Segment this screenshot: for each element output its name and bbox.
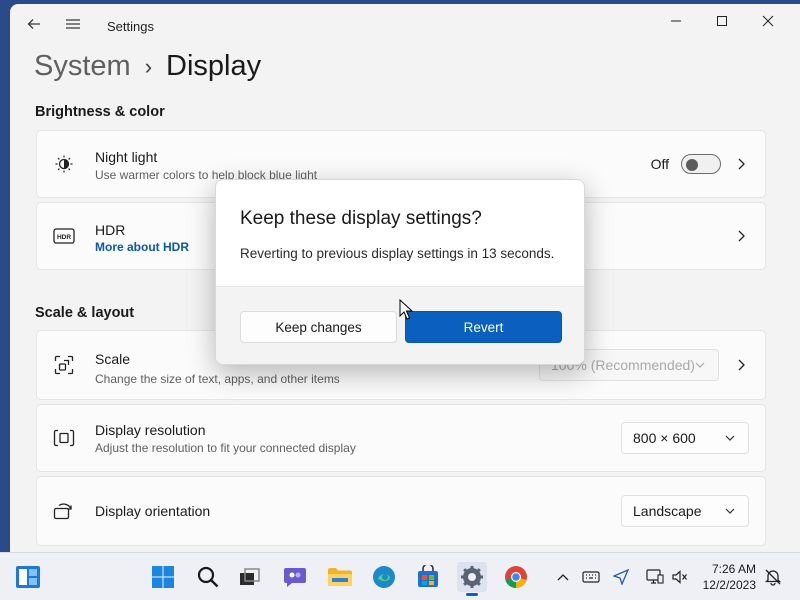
clock[interactable]: 7:26 AM 12/2/2023 <box>703 561 756 593</box>
title-bar: Settings <box>10 4 800 46</box>
chevron-right-icon[interactable] <box>733 156 749 172</box>
start-button[interactable] <box>148 562 178 592</box>
volume-muted-icon <box>672 570 687 584</box>
chat-icon <box>284 568 306 587</box>
notification-bell-icon <box>764 569 782 586</box>
scale-icon <box>53 354 75 376</box>
display-resolution-subtitle: Adjust the resolution to fit your connec… <box>95 441 356 455</box>
section-scale-layout: Scale & layout <box>35 305 135 321</box>
settings-taskbar-button[interactable] <box>457 562 487 596</box>
display-resolution-card: Display resolution Adjust the resolution… <box>36 404 766 472</box>
task-view-icon <box>240 568 260 585</box>
edge-button[interactable] <box>369 562 399 592</box>
minimize-icon <box>671 20 681 22</box>
show-hidden-icons-button[interactable] <box>553 567 573 587</box>
resolution-dropdown-value: 800 × 600 <box>633 430 696 446</box>
night-light-title: Night light <box>95 149 158 165</box>
chrome-icon <box>505 566 527 588</box>
hdr-learn-more-link[interactable]: More about HDR <box>95 240 189 254</box>
revert-button[interactable]: Revert <box>405 311 562 343</box>
breadcrumb: System › Display <box>34 50 261 83</box>
start-icon <box>152 566 174 588</box>
keyboard-icon <box>582 571 600 583</box>
scale-title: Scale <box>95 351 131 367</box>
section-brightness-color: Brightness & color <box>35 104 165 120</box>
display-orientation-card: Display orientation Landscape <box>36 476 766 546</box>
orientation-dropdown-value: Landscape <box>633 503 702 519</box>
active-app-indicator <box>466 593 478 596</box>
chevron-right-icon[interactable] <box>733 357 749 373</box>
file-explorer-icon <box>328 568 352 586</box>
breadcrumb-parent[interactable]: System <box>34 50 131 83</box>
edge-icon <box>373 566 395 588</box>
svg-text:HDR: HDR <box>57 234 71 241</box>
close-button[interactable] <box>745 4 791 38</box>
page-title: Display <box>166 50 262 82</box>
night-light-state-label: Off <box>650 156 669 172</box>
dialog-message: Reverting to previous display settings i… <box>240 246 555 261</box>
chevron-down-icon <box>725 435 735 441</box>
back-arrow-icon <box>27 19 40 29</box>
search-icon <box>197 566 219 588</box>
clock-time: 7:26 AM <box>711 562 756 576</box>
clock-date: 12/2/2023 <box>702 578 756 592</box>
close-icon <box>762 15 774 27</box>
file-explorer-button[interactable] <box>325 562 355 592</box>
hdr-title: HDR <box>95 222 126 238</box>
chevron-down-icon <box>725 508 735 514</box>
night-light-toggle[interactable] <box>681 154 721 174</box>
app-title: Settings <box>107 19 154 34</box>
chevron-down-icon <box>695 362 705 368</box>
volume-button[interactable] <box>670 567 690 587</box>
orientation-dropdown[interactable]: Landscape <box>621 495 749 527</box>
back-button[interactable] <box>16 8 52 40</box>
dialog-footer: Keep changes Revert <box>216 286 584 364</box>
dialog-title: Keep these display settings? <box>240 208 482 229</box>
navigation-menu-button[interactable] <box>55 8 91 40</box>
night-light-icon <box>53 153 75 175</box>
resolution-dropdown[interactable]: 800 × 600 <box>621 422 749 454</box>
notifications-button[interactable] <box>763 567 783 587</box>
minimize-button[interactable] <box>653 4 699 38</box>
chat-button[interactable] <box>280 562 310 592</box>
search-button[interactable] <box>193 562 223 592</box>
scale-subtitle: Change the size of text, apps, and other… <box>95 372 340 386</box>
store-button[interactable] <box>413 562 443 592</box>
keep-changes-button[interactable]: Keep changes <box>240 311 397 343</box>
location-arrow-icon <box>613 569 629 585</box>
keyboard-button[interactable] <box>581 567 601 587</box>
maximize-icon <box>717 16 727 26</box>
orientation-icon <box>53 500 75 522</box>
hdr-icon: HDR <box>53 225 75 247</box>
resolution-icon <box>53 427 75 449</box>
settings-icon <box>461 566 483 588</box>
widgets-button[interactable] <box>13 562 43 592</box>
keep-settings-dialog: Keep these display settings? Reverting t… <box>215 179 585 365</box>
hamburger-menu-icon <box>66 19 80 29</box>
network-button[interactable] <box>645 567 665 587</box>
toggle-knob <box>686 159 698 171</box>
display-orientation-title: Display orientation <box>95 503 211 519</box>
task-view-button[interactable] <box>235 562 265 592</box>
store-icon <box>418 565 438 587</box>
widgets-icon <box>16 566 40 588</box>
display-resolution-title: Display resolution <box>95 422 206 438</box>
location-button[interactable] <box>611 567 631 587</box>
maximize-button[interactable] <box>699 4 745 38</box>
chrome-button[interactable] <box>501 562 531 592</box>
mouse-pointer-icon <box>399 299 413 320</box>
taskbar: 7:26 AM 12/2/2023 <box>0 552 800 600</box>
chevron-up-icon <box>557 574 569 581</box>
network-icon <box>646 569 664 584</box>
chevron-right-icon[interactable] <box>733 228 749 244</box>
breadcrumb-separator: › <box>144 53 153 79</box>
